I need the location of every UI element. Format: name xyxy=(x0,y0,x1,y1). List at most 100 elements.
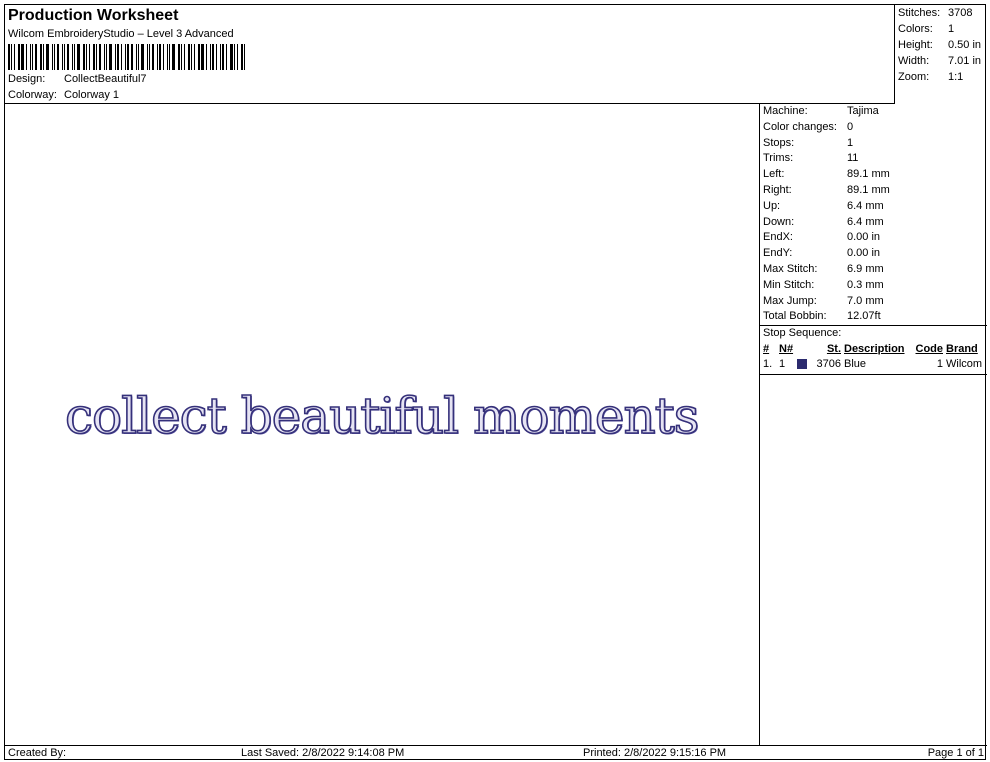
worksheet-footer: Created By: Last Saved: 2/8/2022 9:14:08… xyxy=(5,745,987,761)
info-row: Up: 6.4 mm xyxy=(760,199,987,215)
barcode-bar xyxy=(117,44,119,70)
barcode-bar xyxy=(125,44,126,70)
info-row: EndX: 0.00 in xyxy=(760,230,987,246)
info-row: EndY: 0.00 in xyxy=(760,246,987,262)
page-title: Production Worksheet xyxy=(8,7,179,24)
barcode-bar xyxy=(172,44,175,70)
barcode-bar xyxy=(216,44,217,70)
info-row: Machine: Tajima xyxy=(760,104,987,120)
summary-label: Zoom: xyxy=(898,71,930,83)
barcode-bar xyxy=(188,44,190,70)
info-value: 6.9 mm xyxy=(847,262,884,275)
barcode-bar xyxy=(96,44,97,70)
barcode-bar xyxy=(226,44,227,70)
barcode-bar xyxy=(72,44,73,70)
info-row: Min Stitch: 0.3 mm xyxy=(760,278,987,294)
barcode-bar xyxy=(159,44,161,70)
barcode-bar xyxy=(136,44,137,70)
barcode-bar xyxy=(86,44,87,70)
barcode-bar xyxy=(169,44,170,70)
barcode-bar xyxy=(43,44,44,70)
row-stitches: 3706 xyxy=(816,357,841,370)
barcode-bar xyxy=(178,44,180,70)
barcode-bar xyxy=(54,44,55,70)
info-label: Max Jump: xyxy=(763,294,817,307)
info-value: 0.00 in xyxy=(847,231,881,244)
barcode-bar xyxy=(237,44,238,70)
summary-label: Width: xyxy=(898,55,930,67)
barcode-bar xyxy=(127,44,129,70)
info-value: 89.1 mm xyxy=(847,168,890,181)
barcode-bar xyxy=(184,44,185,70)
worksheet-frame: Production Worksheet Wilcom EmbroiderySt… xyxy=(4,4,987,761)
barcode-bar xyxy=(230,44,233,70)
colorway-row: Colorway: Colorway 1 xyxy=(8,89,119,101)
summary-row: Height: 0.50 in xyxy=(898,38,987,54)
barcode-bar xyxy=(121,44,122,70)
info-row: Total Bobbin: 12.07ft xyxy=(760,309,987,325)
barcode-bar xyxy=(14,44,15,70)
summary-label: Height: xyxy=(898,39,933,51)
info-value: 0 xyxy=(847,120,854,133)
info-label: Total Bobbin: xyxy=(763,310,827,323)
barcode-bar xyxy=(163,44,164,70)
info-label: Stops: xyxy=(763,136,795,149)
barcode-bar xyxy=(18,44,20,70)
barcode-bar xyxy=(222,44,224,70)
barcode-bar xyxy=(35,44,37,70)
info-row: Right: 89.1 mm xyxy=(760,183,987,199)
info-label: Color changes: xyxy=(763,120,837,133)
barcode-bar xyxy=(30,44,31,70)
row-code: 1 xyxy=(936,357,943,370)
barcode-bar xyxy=(21,44,24,70)
info-value: 7.0 mm xyxy=(847,294,884,307)
design-value: CollectBeautiful7 xyxy=(64,73,147,85)
machine-info-panel: Machine: Tajima Color changes: 0 Stops: 1 T… xyxy=(760,104,987,745)
info-label: Trims: xyxy=(763,152,794,165)
barcode-bar xyxy=(152,44,154,70)
info-panel-empty-area xyxy=(760,374,987,745)
info-label: Down: xyxy=(763,215,795,228)
design-summary: Stitches: 3708 Colors: 1 Height: 0.50 in Wi… xyxy=(895,5,987,104)
colorway-value: Colorway 1 xyxy=(64,89,120,101)
row-n: 1 xyxy=(779,357,786,370)
barcode-bar xyxy=(212,44,214,70)
barcode-bar xyxy=(115,44,116,70)
summary-label: Colors: xyxy=(898,23,933,35)
barcode-bar xyxy=(147,44,148,70)
barcode-bar xyxy=(77,44,80,70)
info-value: 1 xyxy=(847,136,854,149)
barcode-bar xyxy=(167,44,168,70)
info-value: 6.4 mm xyxy=(847,199,884,212)
summary-row: Zoom: 1:1 xyxy=(898,70,987,86)
barcode-bar xyxy=(201,44,204,70)
barcode-bar xyxy=(46,44,49,70)
barcode-bar xyxy=(104,44,105,70)
barcode xyxy=(8,44,248,70)
last-saved: Last Saved: 2/8/2022 9:14:08 PM xyxy=(241,747,405,759)
stop-sequence-row: 1. 1 3706 Blue 1 Wilcom xyxy=(760,357,987,372)
info-label: EndX: xyxy=(763,231,793,244)
info-row: Down: 6.4 mm xyxy=(760,215,987,231)
barcode-bar xyxy=(210,44,211,70)
barcode-bar xyxy=(220,44,221,70)
thread-color-swatch xyxy=(797,359,807,370)
page-number: Page 1 of 1 xyxy=(927,747,984,759)
info-label: Max Stitch: xyxy=(763,262,818,275)
row-description: Blue xyxy=(844,357,867,370)
barcode-bar xyxy=(149,44,150,70)
barcode-bar xyxy=(89,44,90,70)
stop-sequence-header: # N# St. Description Code Brand xyxy=(760,341,987,357)
printed-date: Printed: 2/8/2022 9:15:16 PM xyxy=(583,747,727,759)
col-header-num: # xyxy=(763,342,770,355)
barcode-bar xyxy=(8,44,10,70)
summary-row: Stitches: 3708 xyxy=(898,6,987,22)
col-header-swatch xyxy=(797,341,811,357)
barcode-bar xyxy=(83,44,85,70)
design-preview: collect beautiful moments xyxy=(5,104,760,745)
row-brand: Wilcom xyxy=(946,357,983,370)
summary-row: Colors: 1 xyxy=(898,22,987,38)
barcode-bar xyxy=(241,44,243,70)
barcode-bar xyxy=(109,44,112,70)
barcode-bar xyxy=(11,44,12,70)
